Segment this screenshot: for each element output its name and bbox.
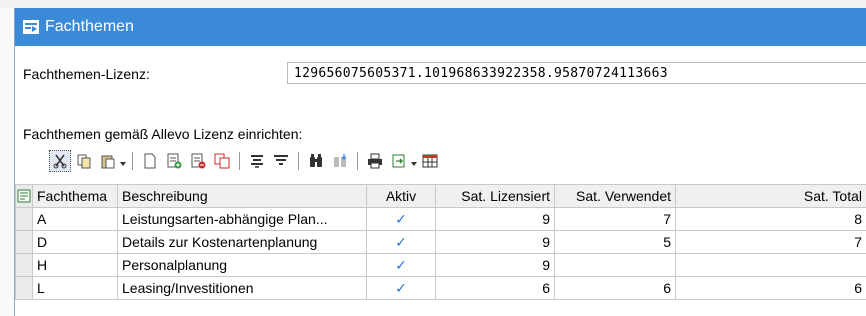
cell-beschreibung[interactable]: Personalplanung — [117, 253, 367, 277]
col-sat-lizensiert[interactable]: Sat. Lizensiert — [435, 184, 555, 208]
col-fachthema[interactable]: Fachthema — [32, 184, 118, 208]
cell-sat-lizensiert: 9 — [435, 230, 555, 254]
table-row[interactable]: H Personalplanung ✓ 9 — [15, 253, 866, 277]
col-sat-verwendet[interactable]: Sat. Verwendet — [554, 184, 676, 208]
table-row[interactable]: D Details zur Kostenartenplanung ✓ 9 5 7 — [15, 230, 866, 254]
cut-icon[interactable] — [49, 150, 71, 172]
dialog-titlebar: Fachthemen — [15, 8, 866, 46]
checkbox-icon[interactable]: ✓ — [366, 207, 436, 231]
find-next-icon[interactable] — [329, 150, 351, 172]
table-header-row: Fachthema Beschreibung Aktiv Sat. Lizens… — [15, 184, 866, 208]
row-selector[interactable] — [15, 207, 33, 231]
row-selector[interactable] — [15, 230, 33, 254]
cell-sat-total: 7 — [675, 230, 866, 254]
cell-fachthema[interactable]: D — [32, 230, 118, 254]
cell-sat-verwendet: 7 — [554, 207, 676, 231]
cell-sat-verwendet: 6 — [554, 276, 676, 300]
export-icon[interactable] — [388, 150, 410, 172]
cell-sat-verwendet — [554, 253, 676, 277]
fachthemen-dialog: Fachthemen Fachthemen-Lizenz: 1296560756… — [14, 8, 866, 316]
cell-sat-total: 8 — [675, 207, 866, 231]
print-icon[interactable] — [364, 150, 386, 172]
row-selector[interactable] — [15, 276, 33, 300]
paste-icon[interactable] — [97, 150, 119, 172]
cell-fachthema[interactable]: A — [32, 207, 118, 231]
new-row-icon[interactable] — [139, 150, 161, 172]
col-beschreibung[interactable]: Beschreibung — [117, 184, 367, 208]
background-window-edge — [0, 8, 15, 316]
cell-sat-lizensiert: 6 — [435, 276, 555, 300]
cell-fachthema[interactable]: L — [32, 276, 118, 300]
cell-sat-lizensiert: 9 — [435, 207, 555, 231]
export-dropdown[interactable] — [388, 150, 417, 172]
select-all-cell[interactable] — [15, 184, 33, 208]
duplicate-row-icon[interactable] — [211, 150, 233, 172]
chevron-down-icon — [411, 162, 417, 166]
copy-icon[interactable] — [73, 150, 95, 172]
col-sat-total[interactable]: Sat. Total — [675, 184, 866, 208]
toolbar-separator — [298, 152, 299, 170]
insert-row-icon[interactable] — [163, 150, 185, 172]
cell-sat-verwendet: 5 — [554, 230, 676, 254]
license-field[interactable]: 129656075605371.101968633922358.95870724… — [287, 62, 866, 84]
grid-toolbar — [49, 148, 441, 174]
license-label: Fachthemen-Lizenz: — [23, 66, 150, 82]
license-row: Fachthemen-Lizenz: 129656075605371.10196… — [23, 62, 866, 86]
cell-beschreibung[interactable]: Leasing/Investitionen — [117, 276, 367, 300]
section-label: Fachthemen gemäß Allevo Lizenz einrichte… — [23, 126, 303, 142]
dialog-title: Fachthemen — [45, 18, 134, 35]
col-aktiv[interactable]: Aktiv — [366, 184, 436, 208]
cell-fachthema[interactable]: H — [32, 253, 118, 277]
toolbar-separator — [132, 152, 133, 170]
layout-icon[interactable] — [419, 150, 441, 172]
chevron-down-icon — [120, 162, 126, 166]
toolbar-separator — [357, 152, 358, 170]
table-row[interactable]: A Leistungsarten-abhängige Plan... ✓ 9 7… — [15, 207, 866, 231]
cell-sat-total — [675, 253, 866, 277]
sort-icon[interactable] — [246, 150, 268, 172]
toolbar-separator — [239, 152, 240, 170]
find-icon[interactable] — [305, 150, 327, 172]
paste-dropdown[interactable] — [97, 150, 126, 172]
checkbox-icon[interactable]: ✓ — [366, 230, 436, 254]
checkbox-icon[interactable]: ✓ — [366, 253, 436, 277]
filter-icon[interactable] — [270, 150, 292, 172]
cell-beschreibung[interactable]: Leistungsarten-abhängige Plan... — [117, 207, 367, 231]
cell-beschreibung[interactable]: Details zur Kostenartenplanung — [117, 230, 367, 254]
window-icon — [23, 20, 39, 34]
delete-row-icon[interactable] — [187, 150, 209, 172]
table-row[interactable]: L Leasing/Investitionen ✓ 6 6 6 — [15, 276, 866, 300]
cell-sat-lizensiert: 9 — [435, 253, 555, 277]
select-all-icon — [17, 189, 31, 203]
fachthemen-table: Fachthema Beschreibung Aktiv Sat. Lizens… — [15, 184, 866, 300]
cell-sat-total: 6 — [675, 276, 866, 300]
row-selector[interactable] — [15, 253, 33, 277]
checkbox-icon[interactable]: ✓ — [366, 276, 436, 300]
